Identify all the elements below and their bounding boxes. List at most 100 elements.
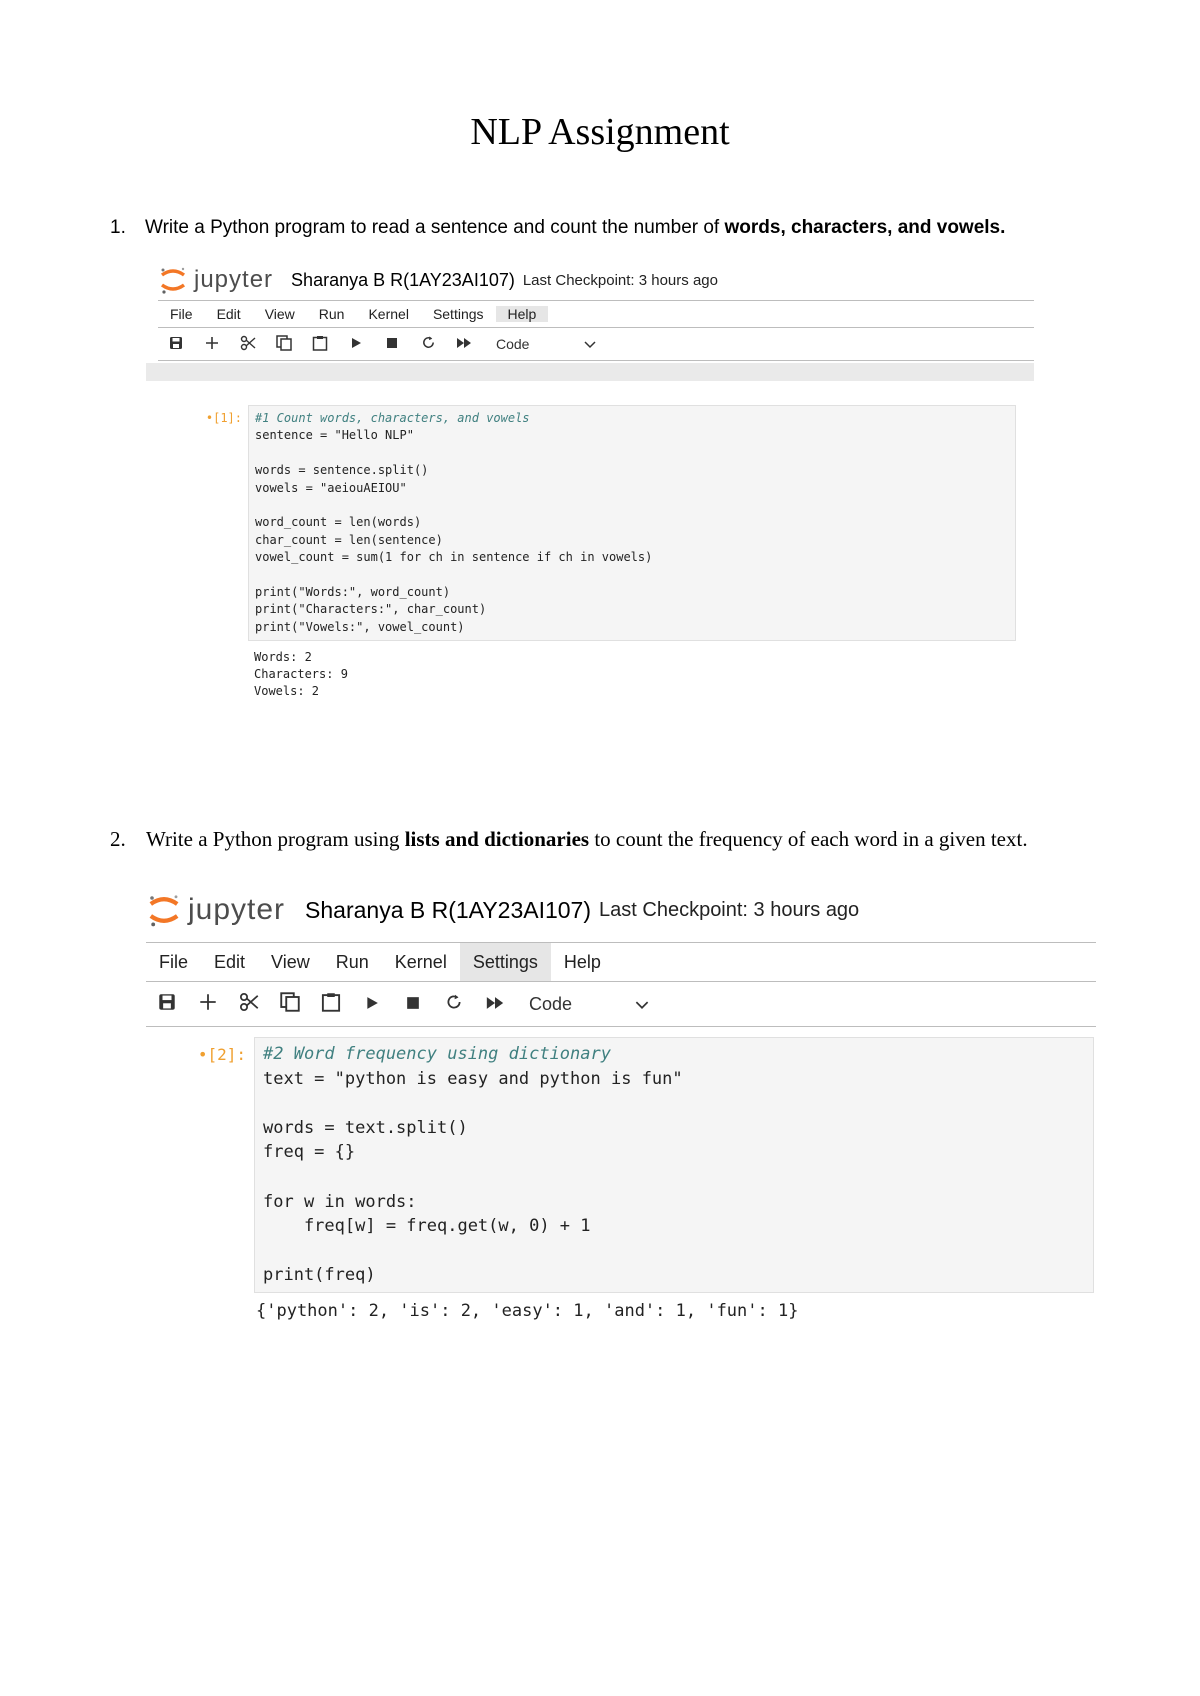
jupyter-logo-icon [158, 265, 188, 295]
cell-input[interactable]: #2 Word frequency using dictionary text … [254, 1037, 1094, 1293]
menu-settings[interactable]: Settings [421, 306, 496, 322]
notebook-header: jupyter Sharanya B R(1AY23AI107) Last Ch… [146, 888, 1096, 932]
cell-type-select[interactable]: Code [529, 994, 649, 1015]
notebook-header: jupyter Sharanya B R(1AY23AI107) Last Ch… [158, 260, 1034, 300]
code-line: print(freq) [263, 1265, 376, 1286]
notebook-toolbar: Code [158, 328, 1034, 361]
page-title: NLP Assignment [470, 111, 730, 153]
menu-view[interactable]: View [258, 943, 323, 981]
save-button[interactable] [146, 982, 187, 1026]
restart-button[interactable] [433, 982, 474, 1026]
code-line: #1 Count words, characters, and vowels [255, 411, 530, 425]
scissors-icon [240, 335, 256, 354]
add-cell-button[interactable] [194, 328, 230, 360]
run-button[interactable] [351, 982, 392, 1026]
code-line: freq[w] = freq.get(w, 0) + 1 [263, 1216, 591, 1237]
menu-kernel[interactable]: Kernel [356, 306, 420, 322]
question-text-plain: Write a Python program to read a sentenc… [145, 217, 725, 238]
chevron-down-icon [635, 994, 649, 1015]
question-number: 1. [110, 217, 126, 238]
notebook-name[interactable]: Sharanya B R(1AY23AI107) [305, 897, 591, 924]
cell-prompt: •[2]: [197, 1045, 246, 1064]
play-icon [365, 994, 379, 1015]
restart-icon [445, 993, 463, 1016]
code-line: word_count = len(words) [255, 515, 422, 530]
question-text-plain: to count the frequency of each word in a… [589, 827, 1028, 851]
plus-icon [205, 336, 219, 353]
copy-icon [279, 991, 300, 1017]
code-line: print("Words:", word_count) [255, 585, 451, 600]
code-line: print("Vowels:", vowel_count) [255, 619, 465, 634]
restart-button[interactable] [410, 328, 446, 360]
code-cell[interactable]: •[1]: #1 Count words, characters, and vo… [158, 405, 1034, 642]
cell-input[interactable]: #1 Count words, characters, and vowels s… [248, 405, 1016, 642]
cell-type-value: Code [496, 336, 530, 352]
menu-settings[interactable]: Settings [459, 943, 551, 981]
run-all-button[interactable] [474, 982, 515, 1026]
notebook-name[interactable]: Sharanya B R(1AY23AI107) [291, 270, 515, 291]
code-line: for w in words: [263, 1191, 417, 1212]
copy-button[interactable] [269, 982, 310, 1026]
code-line: char_count = len(sentence) [255, 532, 443, 547]
output-line: Characters: 9 [254, 667, 348, 682]
question-1: 1. Write a Python program to read a sent… [110, 214, 1130, 241]
fast-forward-icon [485, 994, 505, 1015]
save-button[interactable] [158, 328, 194, 360]
notebook-screenshot-1: jupyter Sharanya B R(1AY23AI107) Last Ch… [146, 260, 1034, 700]
notebook-screenshot-2: jupyter Sharanya B R(1AY23AI107) Last Ch… [146, 888, 1096, 1323]
copy-button[interactable] [266, 328, 302, 360]
play-icon [350, 336, 362, 352]
stop-icon [406, 994, 420, 1015]
copy-icon [276, 334, 292, 354]
restart-icon [421, 335, 436, 353]
paste-button[interactable] [310, 982, 351, 1026]
menu-view[interactable]: View [253, 306, 307, 322]
menu-bar: File Edit View Run Kernel Settings Help [158, 300, 1034, 328]
save-icon [158, 993, 176, 1016]
scissors-icon [239, 992, 259, 1017]
paste-icon [312, 335, 328, 354]
fast-forward-icon [456, 336, 472, 352]
cut-button[interactable] [228, 982, 269, 1026]
run-button[interactable] [338, 328, 374, 360]
code-line: text = "python is easy and python is fun… [263, 1068, 683, 1089]
stop-button[interactable] [392, 982, 433, 1026]
code-line: words = sentence.split() [255, 463, 429, 478]
code-line: print("Characters:", char_count) [255, 602, 487, 617]
jupyter-logo-icon [146, 891, 182, 929]
question-number: 2. [110, 827, 126, 851]
stop-icon [386, 336, 398, 352]
menu-help[interactable]: Help [551, 943, 614, 981]
menu-edit[interactable]: Edit [201, 943, 258, 981]
question-text: Write a Python program using lists and d… [146, 826, 1130, 853]
jupyter-wordmark: jupyter [188, 893, 286, 926]
menu-kernel[interactable]: Kernel [382, 943, 460, 981]
jupyter-wordmark: jupyter [194, 266, 274, 293]
chevron-down-icon [584, 336, 596, 352]
menu-run[interactable]: Run [307, 306, 357, 322]
cell-output: Words: 2 Characters: 9 Vowels: 2 [254, 641, 1034, 699]
menu-run[interactable]: Run [323, 943, 382, 981]
cell-type-select[interactable]: Code [496, 336, 596, 352]
menu-edit[interactable]: Edit [205, 306, 253, 322]
cut-button[interactable] [230, 328, 266, 360]
notebook-panel-strip [146, 363, 1034, 381]
menu-file[interactable]: File [146, 943, 201, 981]
add-cell-button[interactable] [187, 982, 228, 1026]
cell-type-value: Code [529, 993, 573, 1014]
menu-bar: File Edit View Run Kernel Settings Help [146, 942, 1096, 982]
menu-file[interactable]: File [158, 306, 205, 322]
save-icon [169, 336, 183, 353]
stop-button[interactable] [374, 328, 410, 360]
code-cell[interactable]: •[2]: #2 Word frequency using dictionary… [146, 1037, 1096, 1293]
question-text: Write a Python program to read a sentenc… [145, 214, 1130, 241]
notebook-toolbar: Code [146, 982, 1096, 1027]
menu-help[interactable]: Help [495, 306, 549, 322]
paste-icon [321, 992, 341, 1017]
paste-button[interactable] [302, 328, 338, 360]
run-all-button[interactable] [446, 328, 482, 360]
cell-prompt: •[1]: [205, 411, 242, 425]
code-line: words = text.split() [263, 1117, 468, 1138]
output-line: Vowels: 2 [254, 683, 320, 698]
code-line: sentence = "Hello NLP" [255, 428, 414, 443]
